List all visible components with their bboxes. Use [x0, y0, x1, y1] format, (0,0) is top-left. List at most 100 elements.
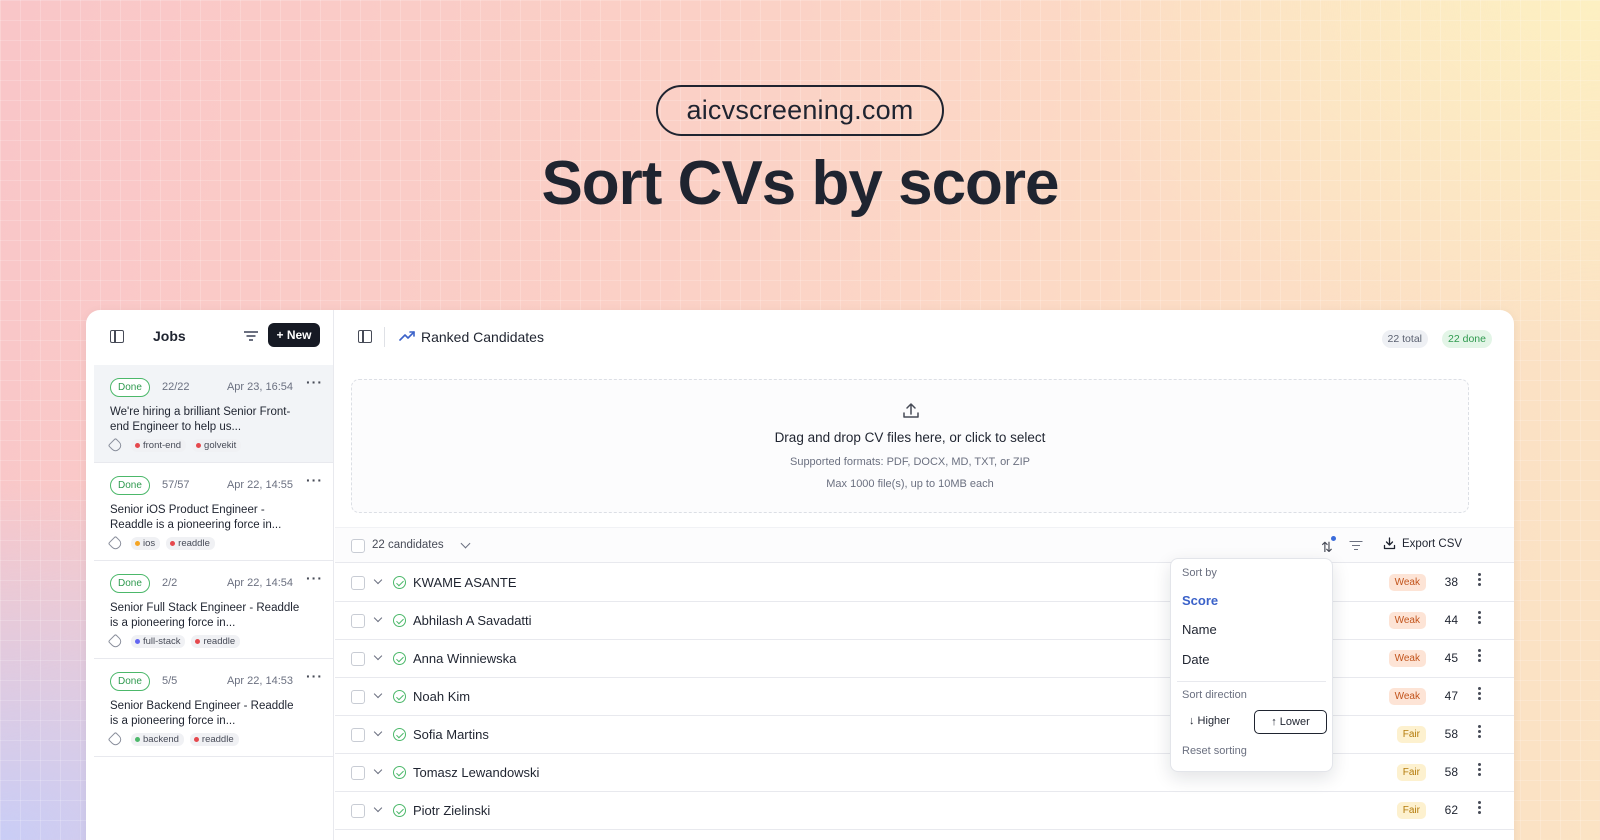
tag-label: front-end	[143, 440, 182, 451]
candidate-row[interactable]: Noah Kim Weak 47	[335, 678, 1514, 716]
chevron-down-icon[interactable]	[373, 613, 383, 623]
tag-color-dot	[135, 737, 140, 742]
job-tag: backend	[131, 733, 184, 746]
rating-badge: Fair	[1396, 726, 1426, 743]
cv-dropzone[interactable]: Drag and drop CV files here, or click to…	[351, 379, 1469, 513]
candidate-row[interactable]: Piotr Zielinski Fair 62	[335, 792, 1514, 830]
candidate-name: Abhilash A Savadatti	[413, 613, 532, 628]
candidates-toolbar: 22 candidates ⇅ Export CSV	[335, 527, 1514, 563]
job-count: 57/57	[162, 479, 190, 491]
job-card[interactable]: Done 22/22 Apr 23, 16:54 ··· We're hirin…	[94, 365, 333, 463]
more-options-icon[interactable]: ···	[306, 570, 323, 586]
row-menu-icon[interactable]	[1478, 687, 1482, 702]
chevron-down-icon[interactable]	[373, 651, 383, 661]
chevron-down-icon[interactable]	[373, 727, 383, 737]
chevron-down-icon[interactable]	[460, 538, 471, 549]
job-tags: front-end golvekit	[107, 437, 242, 454]
status-badge: Done	[110, 476, 150, 495]
reset-sorting-button[interactable]: Reset sorting	[1182, 745, 1247, 757]
candidate-score: 58	[1444, 765, 1458, 779]
candidate-row[interactable]: Sofia Martins Fair 58	[335, 716, 1514, 754]
job-date: Apr 22, 14:53	[226, 675, 293, 687]
rating-badge: Fair	[1396, 802, 1426, 819]
candidates-count: 22 candidates	[372, 539, 444, 551]
job-card[interactable]: Done 2/2 Apr 22, 14:54 ··· Senior Full S…	[94, 561, 333, 659]
job-tags: full-stack readdle	[107, 633, 241, 650]
job-date: Apr 22, 14:54	[226, 577, 293, 589]
popover-divider	[1177, 681, 1326, 682]
tag-label: full-stack	[143, 636, 181, 647]
main-header: Ranked Candidates 22 total 22 done	[335, 310, 1514, 365]
row-menu-icon[interactable]	[1478, 573, 1482, 588]
tag-label: golvekit	[204, 440, 237, 451]
candidate-name: Anna Winniewska	[413, 651, 517, 666]
job-description: Senior Backend Engineer - Readdle is a p…	[110, 700, 294, 727]
tag-color-dot	[135, 541, 140, 546]
check-circle-icon	[393, 766, 406, 779]
job-date: Apr 22, 14:55	[226, 479, 293, 491]
chevron-down-icon[interactable]	[373, 765, 383, 775]
candidate-row[interactable]: Abhilash A Savadatti Weak 44	[335, 602, 1514, 640]
row-menu-icon[interactable]	[1478, 649, 1482, 664]
export-csv-button[interactable]: Export CSV	[1383, 537, 1462, 550]
select-all-checkbox[interactable]	[351, 539, 365, 553]
filter-icon[interactable]	[244, 329, 258, 343]
candidate-score: 38	[1444, 575, 1458, 589]
candidate-name: KWAME ASANTE	[413, 575, 517, 590]
new-job-button[interactable]: + New	[268, 323, 320, 347]
sort-option-score[interactable]: Score	[1182, 593, 1218, 608]
check-circle-icon	[393, 728, 406, 741]
rating-badge: Fair	[1396, 764, 1426, 781]
main-panel: Ranked Candidates 22 total 22 done Drag …	[335, 310, 1514, 840]
row-checkbox[interactable]	[351, 652, 365, 666]
tag-label: readdle	[203, 636, 236, 647]
dropzone-formats: Supported formats: PDF, DOCX, MD, TXT, o…	[789, 456, 1031, 468]
row-checkbox[interactable]	[351, 728, 365, 742]
jobs-sidebar: Jobs + New Done 22/22 Apr 23, 16:54 ··· …	[94, 310, 334, 840]
tag-color-dot	[135, 639, 140, 644]
row-checkbox[interactable]	[351, 690, 365, 704]
row-menu-icon[interactable]	[1478, 611, 1482, 626]
total-badge: 22 total	[1381, 330, 1428, 348]
job-tags: backend readdle	[107, 731, 239, 748]
job-card[interactable]: Done 57/57 Apr 22, 14:55 ··· Senior iOS …	[94, 463, 333, 561]
sidebar-toggle-icon[interactable]	[110, 330, 124, 343]
sort-direction-lower[interactable]: ↑ Lower	[1254, 710, 1327, 734]
job-description: Senior Full Stack Engineer - Readdle is …	[110, 602, 300, 629]
sort-option-date[interactable]: Date	[1182, 652, 1209, 667]
job-tag: readdle	[166, 537, 215, 550]
candidate-row[interactable]: Tomasz Lewandowski Fair 58	[335, 754, 1514, 792]
row-menu-icon[interactable]	[1478, 801, 1482, 816]
rating-badge: Weak	[1388, 688, 1426, 705]
sort-icon[interactable]: ⇅	[1321, 539, 1333, 556]
panel-toggle-icon[interactable]	[358, 330, 372, 343]
row-menu-icon[interactable]	[1478, 725, 1482, 740]
more-options-icon[interactable]: ···	[306, 472, 323, 488]
tag-color-dot	[196, 443, 202, 448]
sort-direction-higher[interactable]: ↓ Higher	[1189, 715, 1230, 727]
done-badge: 22 done	[1442, 330, 1492, 348]
sort-option-name[interactable]: Name	[1182, 622, 1217, 637]
row-checkbox[interactable]	[351, 804, 365, 818]
more-options-icon[interactable]: ···	[306, 374, 323, 390]
row-checkbox[interactable]	[351, 614, 365, 628]
chevron-down-icon[interactable]	[373, 575, 383, 585]
filter-icon[interactable]	[1349, 540, 1363, 552]
more-options-icon[interactable]: ···	[306, 668, 323, 684]
candidate-row[interactable]: Anna Winniewska Weak 45	[335, 640, 1514, 678]
candidate-row[interactable]: KWAME ASANTE Weak 38	[335, 564, 1514, 602]
check-circle-icon	[393, 576, 406, 589]
tag-color-dot	[195, 639, 201, 644]
chevron-down-icon[interactable]	[373, 803, 383, 813]
row-menu-icon[interactable]	[1478, 763, 1482, 778]
chevron-down-icon[interactable]	[373, 689, 383, 699]
domain-pill: aicvscreening.com	[656, 85, 944, 136]
tag-label: ios	[143, 538, 156, 549]
job-card[interactable]: Done 5/5 Apr 22, 14:53 ··· Senior Backen…	[94, 659, 333, 757]
job-tags: ios readdle	[107, 535, 215, 552]
row-checkbox[interactable]	[351, 576, 365, 590]
dropzone-limit: Max 1000 file(s), up to 10MB each	[826, 478, 994, 490]
row-checkbox[interactable]	[351, 766, 365, 780]
sort-direction-label: Sort direction	[1182, 689, 1247, 701]
tag-color-dot	[135, 443, 140, 448]
